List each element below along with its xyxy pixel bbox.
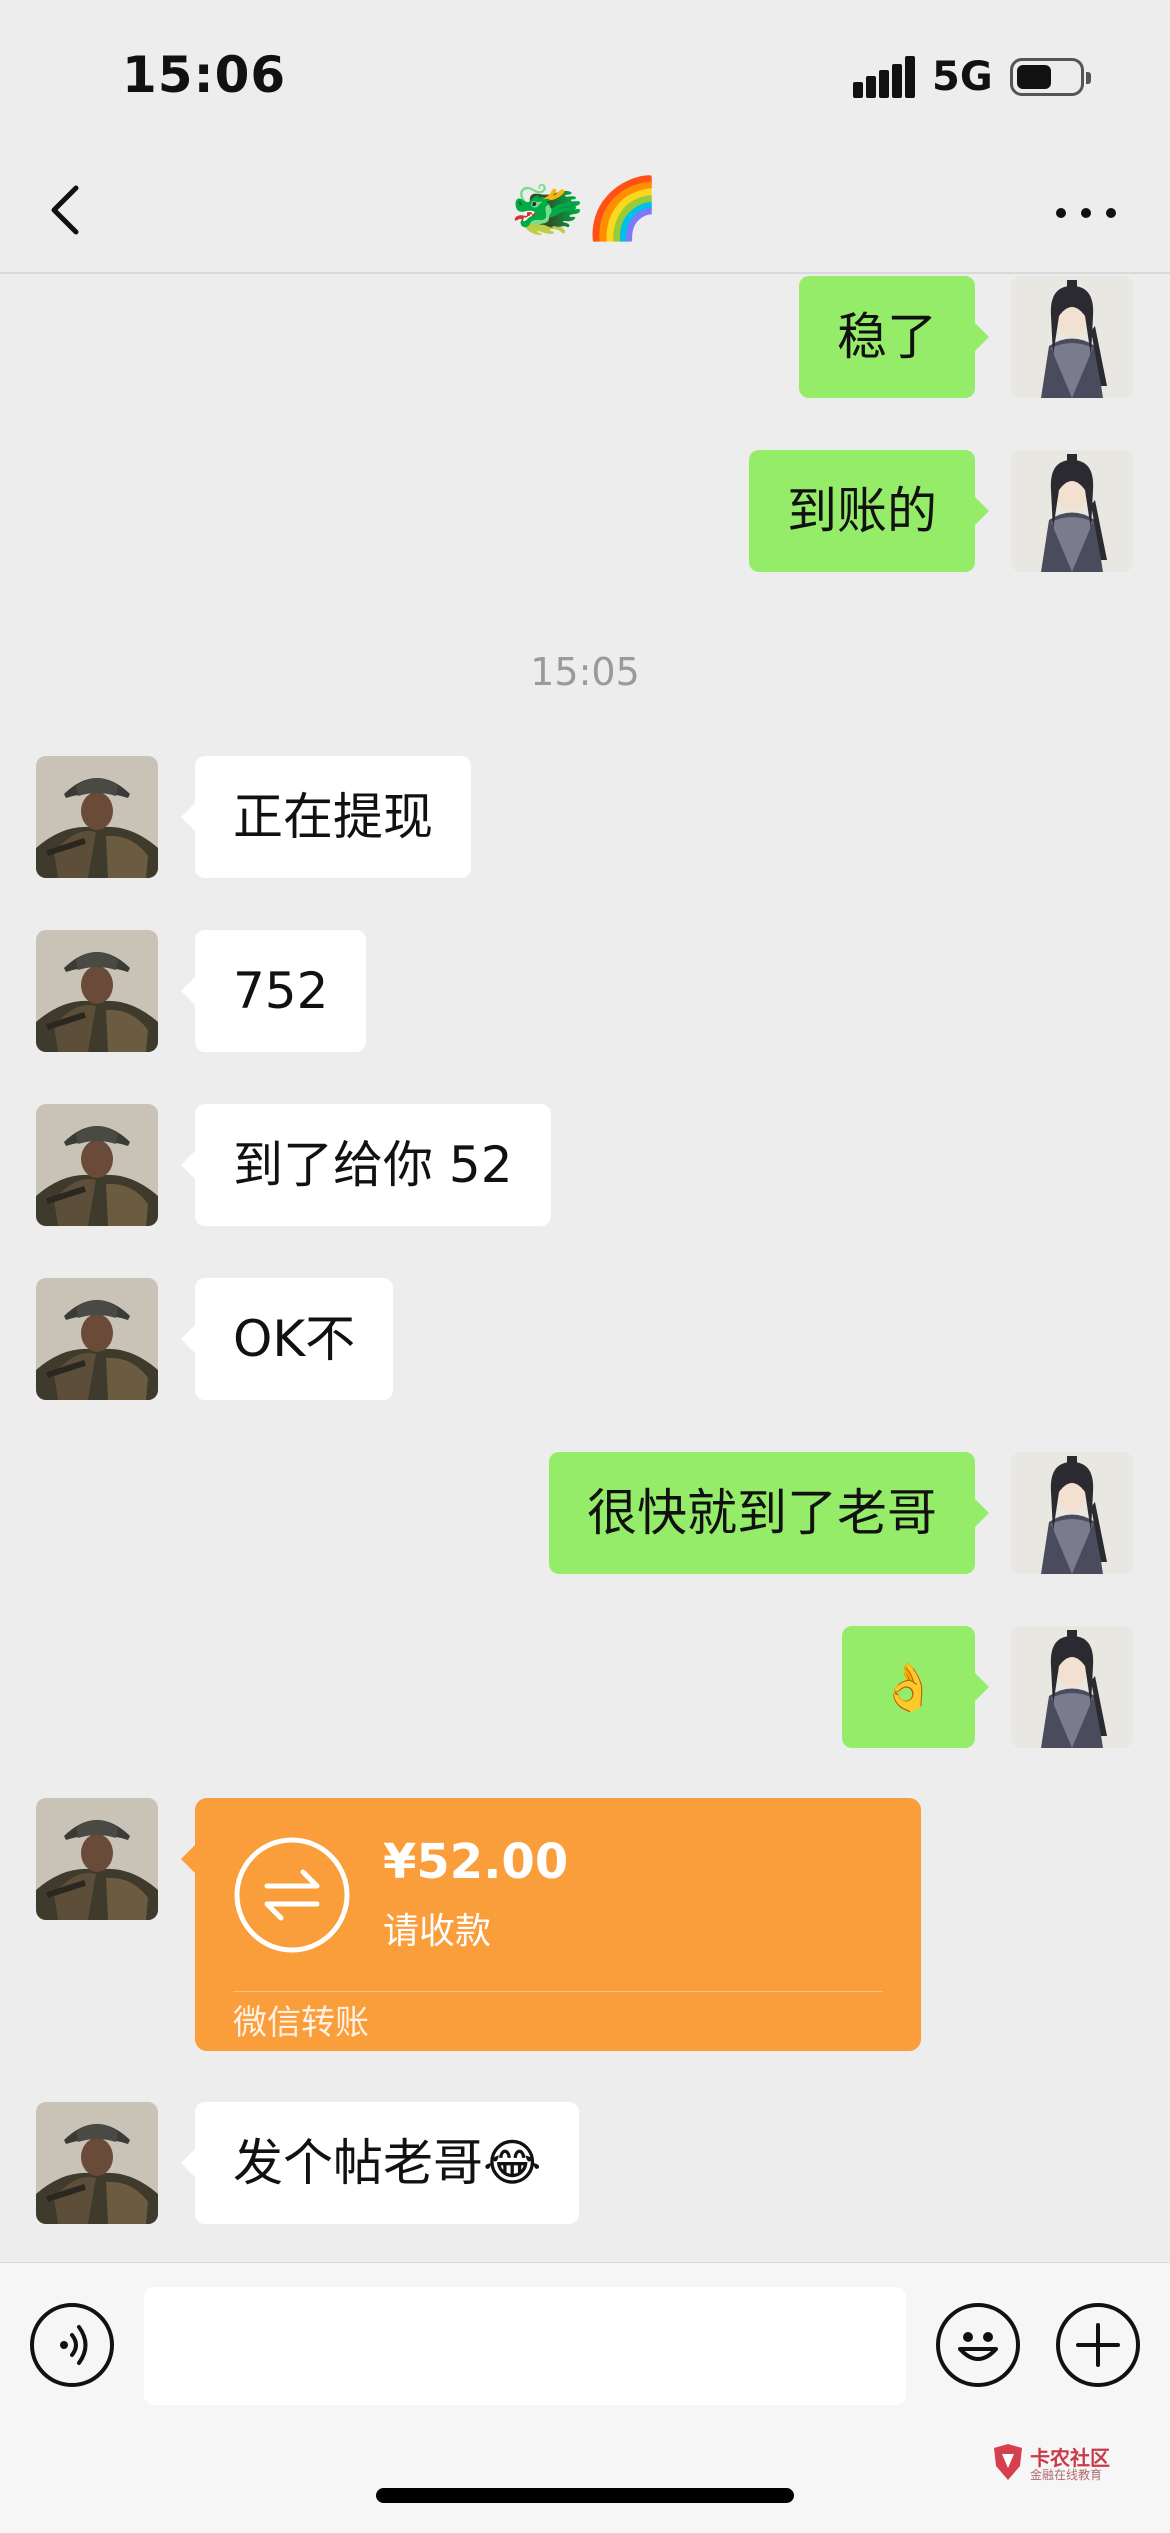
- message-timestamp: 15:05: [530, 650, 640, 694]
- contact-avatar[interactable]: [36, 2102, 158, 2224]
- contact-avatar[interactable]: [36, 1798, 158, 1920]
- watermark: 卡农社区 金融在线教育: [990, 2442, 1110, 2484]
- status-bar: 15:06 5G: [0, 0, 1170, 150]
- outgoing-message[interactable]: 稳了: [799, 276, 989, 398]
- more-button[interactable]: [1052, 192, 1120, 232]
- home-indicator[interactable]: [376, 2488, 794, 2503]
- transfer-arrows-icon: [234, 1837, 350, 1953]
- voice-button[interactable]: [30, 2303, 114, 2387]
- my-avatar[interactable]: [1011, 276, 1133, 398]
- battery-icon: [1010, 58, 1091, 96]
- outgoing-message[interactable]: 很快就到了老哥: [549, 1452, 989, 1574]
- my-avatar[interactable]: [1011, 1626, 1133, 1748]
- emoji-button[interactable]: [936, 2303, 1020, 2387]
- chat-header: 🐲🌈: [0, 150, 1170, 274]
- chat-title: 🐲🌈: [510, 174, 660, 244]
- incoming-message[interactable]: 发个帖老哥😂: [180, 2102, 580, 2224]
- transfer-divider: [233, 1991, 883, 1992]
- contact-avatar[interactable]: [36, 930, 158, 1052]
- my-avatar[interactable]: [1011, 450, 1133, 572]
- contact-avatar[interactable]: [36, 1104, 158, 1226]
- status-time: 15:06: [122, 46, 287, 104]
- plus-button[interactable]: [1056, 2303, 1140, 2387]
- contact-avatar[interactable]: [36, 756, 158, 878]
- voice-icon: [60, 2325, 88, 2365]
- watermark-logo-icon: [994, 2444, 1022, 2480]
- my-avatar[interactable]: [1011, 1452, 1133, 1574]
- transfer-card[interactable]: ¥52.00 请收款 微信转账: [181, 1798, 921, 2051]
- plus-icon: [1076, 2323, 1120, 2367]
- contact-avatar[interactable]: [36, 1278, 158, 1400]
- cellular-signal-icon: [853, 56, 915, 98]
- incoming-message[interactable]: 到了给你 52: [181, 1104, 551, 1226]
- transfer-status: 请收款: [383, 1911, 492, 1952]
- transfer-label: 微信转账: [233, 2003, 369, 2043]
- incoming-message[interactable]: 正在提现: [181, 756, 471, 878]
- transfer-amount: ¥52.00: [383, 1834, 569, 1890]
- message-input[interactable]: [144, 2287, 906, 2405]
- incoming-message[interactable]: OK不: [180, 1278, 394, 1400]
- outgoing-message[interactable]: 到账的: [749, 450, 989, 572]
- incoming-message[interactable]: 752: [180, 930, 367, 1052]
- network-type: 5G: [932, 54, 993, 100]
- outgoing-message[interactable]: 👌: [841, 1626, 990, 1748]
- emoji-icon: [958, 2332, 998, 2361]
- watermark-subtitle: 金融在线教育: [1030, 2468, 1103, 2482]
